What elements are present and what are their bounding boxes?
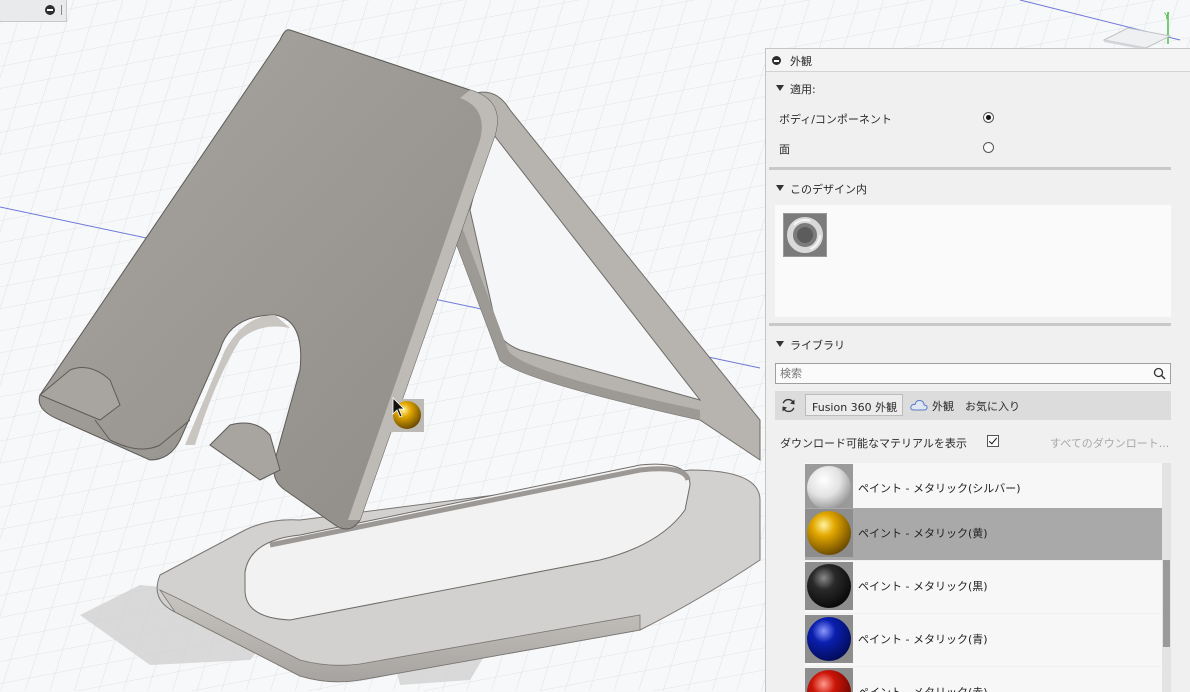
download-all-link[interactable]: すべてのダウンロート... <box>1050 435 1169 451</box>
in-design-section-label: このデザイン内 <box>790 183 867 196</box>
search-icon[interactable] <box>1153 367 1166 383</box>
apply-option-body-label: ボディ/コンポーネント <box>779 113 892 126</box>
in-design-appearance-list <box>775 205 1171 317</box>
silver-sphere-icon <box>805 464 853 512</box>
material-item[interactable]: ペイント - メタリック(青) <box>805 614 1163 666</box>
material-list-scrollbar[interactable] <box>1162 463 1171 692</box>
material-name: ペイント - メタリック(青) <box>858 633 988 646</box>
appearance-panel: 外観 適用: ボディ/コンポーネント 面 このデザイン内 ライブラリ 検索 Fu… <box>765 48 1190 692</box>
in-design-section-header[interactable]: このデザイン内 <box>766 180 1190 198</box>
axis-y-label: Y <box>1163 12 1170 22</box>
tab-favorites[interactable]: お気に入り <box>965 398 1020 414</box>
section-divider <box>769 167 1171 170</box>
apply-option-face-label: 面 <box>779 143 790 156</box>
black-sphere-icon <box>805 562 853 610</box>
tab-label: Fusion 360 外観 <box>812 401 898 414</box>
browser-mini-toolbar <box>0 0 67 22</box>
panel-title-bar[interactable]: 外観 <box>766 49 1190 72</box>
material-item[interactable]: ペイント - メタリック(赤) <box>805 667 1163 692</box>
expand-triangle-icon[interactable] <box>776 85 784 91</box>
library-search-input[interactable] <box>780 366 1140 381</box>
panel-title: 外観 <box>790 55 812 68</box>
apply-body-radio[interactable] <box>983 112 994 123</box>
expand-triangle-icon[interactable] <box>776 341 784 347</box>
library-tabs: Fusion 360 外観 外観 お気に入り <box>775 391 1171 420</box>
material-name: ペイント - メタリック(シルバー) <box>858 482 1021 495</box>
scrollbar-thumb[interactable] <box>1163 560 1170 647</box>
show-downloadable-checkbox[interactable] <box>987 435 999 447</box>
resize-handle-icon[interactable] <box>61 5 62 15</box>
cloud-icon <box>910 399 928 414</box>
apply-section-label: 適用: <box>790 83 816 96</box>
expand-triangle-icon[interactable] <box>776 185 784 191</box>
library-section-header[interactable]: ライブラリ <box>766 336 1190 354</box>
metal-ring-appearance-thumbnail[interactable] <box>783 213 827 257</box>
show-downloadable-label: ダウンロード可能なマテリアルを表示 <box>780 437 967 450</box>
apply-section-header[interactable]: 適用: <box>766 80 1190 98</box>
refresh-icon[interactable] <box>780 397 797 417</box>
yellow-sphere-icon <box>805 509 853 557</box>
material-name: ペイント - メタリック(黄) <box>858 527 988 540</box>
collapse-panel-icon[interactable] <box>772 56 781 65</box>
tab-fusion-360-appearances[interactable]: Fusion 360 外観 <box>805 394 903 416</box>
library-search-box[interactable] <box>775 363 1171 384</box>
red-sphere-icon <box>805 668 853 692</box>
material-item[interactable]: ペイント - メタリック(黒) <box>805 561 1163 613</box>
library-section-label: ライブラリ <box>790 339 845 352</box>
section-divider <box>769 323 1171 326</box>
material-item-selected[interactable]: ペイント - メタリック(黄) <box>805 508 1163 560</box>
apply-face-radio[interactable] <box>983 142 994 153</box>
download-row: ダウンロード可能なマテリアルを表示 すべてのダウンロート... <box>766 433 1190 451</box>
blue-sphere-icon <box>805 615 853 663</box>
tab-appearances[interactable]: 外観 <box>932 398 954 414</box>
material-list: ペイント - メタリック(シルバー) ペイント - メタリック(黄) ペイント … <box>805 463 1165 692</box>
collapse-icon[interactable] <box>45 5 55 15</box>
material-name: ペイント - メタリック(黒) <box>858 580 988 593</box>
